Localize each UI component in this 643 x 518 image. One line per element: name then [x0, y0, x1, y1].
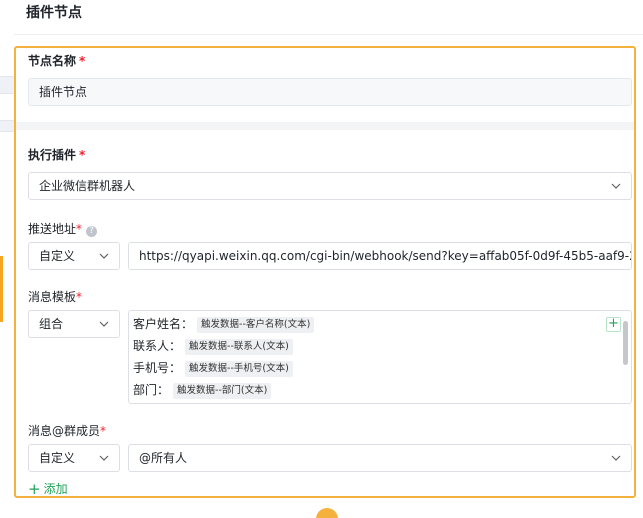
- push-url-mode-value: 自定义: [39, 249, 76, 263]
- template-variable-tag[interactable]: 触发数据--联系人(文本): [185, 339, 293, 355]
- template-line: 手机号： 触发数据--手机号(文本): [133, 359, 293, 377]
- header-divider: [14, 34, 643, 35]
- left-side-strip: [0, 0, 14, 518]
- template-field-name: 手机号：: [133, 361, 182, 375]
- question-circle-icon[interactable]: ?: [86, 226, 98, 237]
- push-url-mode-select[interactable]: 自定义: [28, 242, 120, 270]
- template-variable-tag[interactable]: 触发数据--手机号(文本): [185, 361, 293, 377]
- template-field-name: 联系人：: [133, 339, 182, 353]
- insert-variable-plus-icon[interactable]: +: [606, 317, 621, 332]
- template-variable-tag[interactable]: 触发数据--部门(文本): [173, 383, 272, 399]
- message-template-mode-value: 组合: [39, 317, 64, 331]
- mention-label: 消息@群成员*: [28, 422, 106, 439]
- template-variable-tag[interactable]: 触发数据--客户名称(文本): [197, 317, 315, 333]
- add-member-label: 添加: [43, 482, 68, 496]
- mention-value: @所有人: [139, 451, 188, 465]
- push-url-label: 推送地址*?: [28, 220, 98, 237]
- message-template-editor[interactable]: 客户姓名： 触发数据--客户名称(文本) 联系人： 触发数据--联系人(文本) 手机…: [128, 310, 632, 404]
- message-template-label: 消息模板*: [28, 288, 82, 305]
- required-mark: *: [76, 290, 83, 304]
- node-name-label-text: 节点名称: [28, 54, 77, 68]
- left-strip-highlight: [0, 256, 3, 322]
- template-field-name: 部门：: [133, 383, 170, 397]
- required-mark: *: [79, 148, 86, 162]
- plus-icon: +: [28, 480, 41, 498]
- left-strip-band: [0, 120, 14, 132]
- required-mark: *: [100, 424, 107, 438]
- page-title: 插件节点: [26, 5, 82, 21]
- template-line: 部门： 触发数据--部门(文本): [133, 381, 272, 399]
- push-url-label-text: 推送地址: [28, 222, 77, 236]
- plugin-label: 执行插件 *: [28, 146, 85, 163]
- chevron-down-icon: [611, 445, 621, 461]
- message-template-mode-select[interactable]: 组合: [28, 310, 120, 338]
- mention-label-text: 消息@群成员: [28, 424, 101, 438]
- mention-select[interactable]: @所有人: [128, 444, 632, 472]
- section-separator: [16, 122, 634, 130]
- mention-mode-select[interactable]: 自定义: [28, 444, 120, 472]
- bottom-status-dot: [316, 508, 338, 518]
- push-url-value: https://qyapi.weixin.qq.com/cgi-bin/webh…: [139, 249, 632, 263]
- template-line: 联系人： 触发数据--联系人(文本): [133, 337, 293, 355]
- message-template-label-text: 消息模板: [28, 290, 77, 304]
- plugin-select[interactable]: 企业微信群机器人: [28, 172, 632, 200]
- left-strip-band: [0, 76, 14, 94]
- mention-mode-value: 自定义: [39, 451, 76, 465]
- chevron-down-icon: [99, 311, 109, 327]
- node-name-label: 节点名称 *: [28, 52, 85, 69]
- required-mark: *: [76, 222, 83, 236]
- push-url-input[interactable]: https://qyapi.weixin.qq.com/cgi-bin/webh…: [128, 242, 632, 270]
- plugin-select-value: 企业微信群机器人: [39, 179, 136, 193]
- chevron-down-icon: [99, 243, 109, 259]
- node-name-input[interactable]: 插件节点: [28, 78, 632, 106]
- template-field-name: 客户姓名：: [133, 317, 194, 331]
- template-scrollbar[interactable]: [623, 321, 628, 365]
- chevron-down-icon: [99, 445, 109, 461]
- node-config-panel: 节点名称 * 插件节点 执行插件 * 企业微信群机器人 推送地址*? 自定义 htt…: [14, 46, 636, 498]
- required-mark: *: [79, 54, 86, 68]
- add-member-button[interactable]: + 添加: [28, 480, 68, 498]
- chevron-down-icon: [611, 173, 621, 189]
- node-name-value: 插件节点: [39, 85, 88, 99]
- plugin-label-text: 执行插件: [28, 148, 77, 162]
- template-line: 客户姓名： 触发数据--客户名称(文本): [133, 315, 315, 333]
